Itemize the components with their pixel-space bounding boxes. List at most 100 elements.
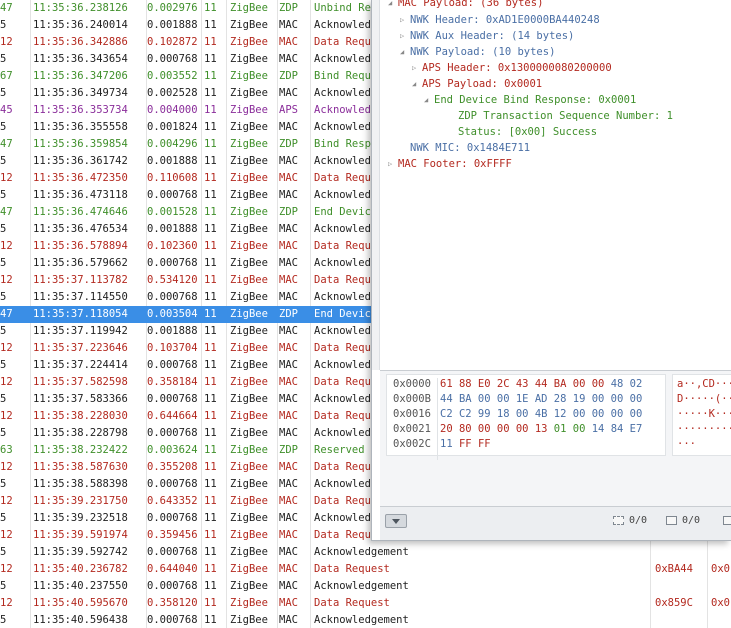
packet-number-cell: 5 [0, 155, 7, 167]
channel-cell: 11 [204, 2, 217, 14]
collapse-toggle-button[interactable] [385, 514, 407, 528]
delta-time-cell: 0.000768 [147, 359, 198, 371]
tree-node[interactable]: ZDP Transaction Sequence Number: 1 [448, 108, 673, 124]
channel-cell: 11 [204, 563, 217, 575]
table-row[interactable]: 5 11:35:40.596438 0.000768 11 ZigBee MAC Ackno… [0, 612, 731, 628]
protocol-cell: ZigBee [230, 529, 268, 541]
channel-cell: 11 [204, 87, 217, 99]
destination-address-cell [711, 578, 731, 595]
table-row[interactable]: 12 11:35:40.236782 0.644040 11 ZigBee MAC Data… [0, 561, 731, 578]
table-row[interactable]: 12 11:35:40.595670 0.358120 11 ZigBee MAC Data… [0, 595, 731, 612]
packet-number-cell: 12 [0, 563, 13, 575]
delta-time-cell: 0.001888 [147, 223, 198, 235]
hex-byte-group: 44 BA 00 00 1E AD 28 19 00 00 00 [440, 393, 643, 405]
channel-cell: 11 [204, 376, 217, 388]
channel-cell: 11 [204, 172, 217, 184]
channel-cell: 11 [204, 410, 217, 422]
channel-cell: 11 [204, 512, 217, 524]
channel-cell: 11 [204, 580, 217, 592]
packet-number-cell: 12 [0, 461, 13, 473]
protocol-cell: ZigBee [230, 325, 268, 337]
delta-time-cell: 0.103704 [147, 342, 198, 354]
delta-time-cell: 0.355208 [147, 461, 198, 473]
tree-node[interactable]: ◢ APS Payload: 0x0001 [412, 76, 542, 92]
protocol-cell: ZigBee [230, 36, 268, 48]
collapsed-triangle-icon[interactable]: ▷ [400, 12, 410, 28]
collapsed-triangle-icon[interactable]: ▷ [400, 28, 410, 44]
source-address-cell [655, 544, 700, 561]
tree-node-label: MAC Payload: (36 bytes) [398, 0, 544, 9]
ascii-line: a··,CD···H [677, 378, 731, 390]
packet-number-cell: 12 [0, 240, 13, 252]
protocol-cell: ZigBee [230, 189, 268, 201]
layer-cell: MAC [279, 393, 298, 405]
tree-node[interactable]: ▷ NWK Header: 0xAD1E0000BA440248 [400, 12, 600, 28]
packet-number-cell: 47 [0, 2, 13, 14]
expanded-triangle-icon[interactable]: ◢ [400, 44, 410, 60]
delta-time-cell: 0.000768 [147, 546, 198, 558]
protocol-cell: ZigBee [230, 376, 268, 388]
timestamp-cell: 11:35:38.228030 [33, 410, 128, 422]
info-cell: Acknowledgement [314, 580, 409, 592]
hex-divider [437, 378, 438, 460]
protocol-cell: ZigBee [230, 104, 268, 116]
hex-byte-group: 01 00 [547, 423, 586, 435]
selection-icon [613, 516, 624, 525]
ascii-line: ·····K···· [677, 408, 731, 420]
channel-cell: 11 [204, 53, 217, 65]
delta-time-cell: 0.003624 [147, 444, 198, 456]
expanded-triangle-icon[interactable]: ◢ [412, 76, 422, 92]
protocol-cell: ZigBee [230, 342, 268, 354]
expanded-triangle-icon[interactable]: ◢ [388, 0, 398, 11]
delta-time-cell: 0.000768 [147, 291, 198, 303]
layer-cell: MAC [279, 155, 298, 167]
hex-offset: 0x002C [393, 438, 431, 450]
hex-bytes-box[interactable]: 0x0000 61 88 E0 2C 43 44 BA 00 00 48 02 0x… [386, 374, 666, 460]
ascii-dump-box[interactable]: a··,CD···HD·····(········K···· ·········… [672, 374, 731, 456]
timestamp-cell: 11:35:36.578894 [33, 240, 128, 252]
timestamp-cell: 11:35:36.353734 [33, 104, 128, 116]
expanded-triangle-icon[interactable]: ◢ [424, 92, 434, 108]
channel-cell: 11 [204, 206, 217, 218]
packet-number-cell: 12 [0, 274, 13, 286]
extra-icon [723, 516, 731, 525]
tree-node[interactable]: NWK MIC: 0x1484E711 [400, 140, 530, 156]
tree-node[interactable]: ◢ End Device Bind Response: 0x0001 [424, 92, 636, 108]
destination-address-cell: 0x0 [711, 563, 730, 575]
tree-node[interactable]: ▷ APS Header: 0x1300000080200000 [412, 60, 612, 76]
tree-node[interactable]: ◢ MAC Payload: (36 bytes) [388, 0, 543, 11]
delta-time-cell: 0.358120 [147, 597, 198, 609]
layer-cell: MAC [279, 172, 298, 184]
delta-time-cell: 0.001528 [147, 206, 198, 218]
protocol-cell: ZigBee [230, 427, 268, 439]
source-address-cell: 0x859C [655, 597, 693, 609]
collapsed-triangle-icon[interactable]: ▷ [412, 60, 422, 76]
tree-node[interactable]: Status: [0x00] Success [448, 124, 597, 140]
hex-bytes-line: C2 C2 99 18 00 4B 12 00 00 00 00 [440, 407, 670, 422]
packet-number-cell: 12 [0, 342, 13, 354]
channel-cell: 11 [204, 461, 217, 473]
delta-time-cell: 0.003552 [147, 70, 198, 82]
tree-node[interactable]: ◢ NWK Payload: (10 bytes) [400, 44, 555, 60]
packet-number-cell: 5 [0, 87, 7, 99]
tree-node-label: NWK Payload: (10 bytes) [410, 46, 556, 58]
tree-node[interactable]: ▷ MAC Footer: 0xFFFF [388, 156, 512, 172]
delta-time-cell: 0.001888 [147, 19, 198, 31]
channel-cell: 11 [204, 393, 217, 405]
collapsed-triangle-icon[interactable]: ▷ [388, 156, 398, 172]
protocol-cell: ZigBee [230, 206, 268, 218]
timestamp-cell: 11:35:36.238126 [33, 2, 128, 14]
protocol-cell: ZigBee [230, 308, 268, 320]
table-row[interactable]: 5 11:35:40.237550 0.000768 11 ZigBee MAC Ackno… [0, 578, 731, 595]
layer-cell: ZDP [279, 138, 298, 150]
tree-node-label: APS Header: 0x1300000080200000 [422, 62, 612, 74]
layer-cell: MAC [279, 121, 298, 133]
packet-details-tree[interactable]: ◢ MAC Payload: (36 bytes) ▷ NWK Header: 0xA… [380, 0, 731, 370]
layer-cell: APS [279, 104, 298, 116]
tree-node[interactable]: ▷ NWK Aux Header: (14 bytes) [400, 28, 574, 44]
packet-number-cell: 47 [0, 308, 13, 320]
layer-cell: MAC [279, 359, 298, 371]
protocol-cell: ZigBee [230, 444, 268, 456]
table-row[interactable]: 5 11:35:39.592742 0.000768 11 ZigBee MAC Ackno… [0, 544, 731, 561]
delta-time-cell: 0.359456 [147, 529, 198, 541]
